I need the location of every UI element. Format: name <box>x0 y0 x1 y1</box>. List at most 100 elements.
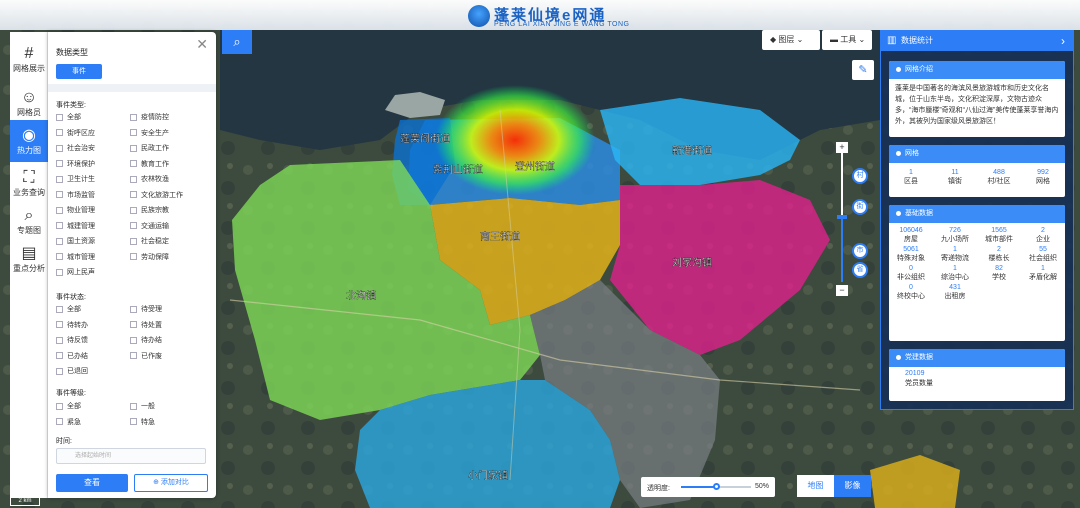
stat-value: 1 <box>1041 265 1045 272</box>
filter-checkbox[interactable]: 市场监管 <box>56 190 95 200</box>
add-compare-button[interactable]: ⊕ 添加对比 <box>134 474 208 492</box>
checkbox-box[interactable] <box>130 144 137 152</box>
filter-checkbox[interactable]: 民族宗教 <box>130 205 169 215</box>
checkbox-box[interactable] <box>56 352 63 359</box>
rail-item-key-analysis[interactable]: ▤ 重点分析 <box>10 238 48 280</box>
stat-label: 城市部件 <box>985 236 1013 243</box>
filter-checkbox[interactable]: 待转办 <box>56 320 88 330</box>
filter-checkbox[interactable]: 城建管理 <box>56 221 95 231</box>
checkbox-box[interactable] <box>56 367 63 375</box>
tools-dropdown[interactable]: ▬ 工具 ⌄ <box>822 30 872 50</box>
checkbox-box[interactable] <box>130 175 137 183</box>
filter-checkbox[interactable]: 民政工作 <box>130 143 169 153</box>
checkbox-box[interactable] <box>130 321 137 328</box>
checkbox-box[interactable] <box>130 418 137 425</box>
filter-checkbox[interactable]: 待处置 <box>130 320 162 330</box>
rail-item-grid-display[interactable]: # 网格展示 <box>10 38 48 80</box>
filter-checkbox[interactable]: 文化旅游工作 <box>130 190 183 200</box>
filter-checkbox[interactable]: 全部 <box>56 304 81 314</box>
filter-checkbox[interactable]: 社会治安 <box>56 143 95 153</box>
checkbox-box[interactable] <box>56 160 63 167</box>
rail-item-topic-map[interactable]: ⌕ 专题图 <box>10 200 48 242</box>
checkbox-box[interactable] <box>56 402 63 410</box>
filter-checkbox[interactable]: 特急 <box>130 417 155 427</box>
filter-checkbox[interactable]: 交通运输 <box>130 221 169 231</box>
checkbox-box[interactable] <box>56 206 63 214</box>
filter-checkbox[interactable]: 全部 <box>56 112 81 122</box>
checkbox-box[interactable] <box>56 321 63 328</box>
zoom-level-street[interactable]: 街 <box>852 199 868 215</box>
measure-tool-button[interactable]: ✎ <box>852 60 874 80</box>
filter-checkbox[interactable]: 紧急 <box>56 417 81 427</box>
checkbox-box[interactable] <box>56 253 63 260</box>
opacity-thumb[interactable] <box>713 483 720 490</box>
checkbox-box[interactable] <box>56 305 63 313</box>
chevron-right-icon[interactable]: › <box>1061 31 1065 51</box>
checkbox-box[interactable] <box>56 268 63 276</box>
filter-checkbox[interactable]: 社会稳定 <box>130 236 169 246</box>
search-button[interactable]: ⌕ <box>222 30 252 54</box>
checkbox-box[interactable] <box>130 237 137 245</box>
filter-checkbox[interactable]: 网上民声 <box>56 267 95 277</box>
rail-item-grid-staff[interactable]: ☺ 网格员 <box>10 82 48 124</box>
checkbox-box[interactable] <box>130 352 137 359</box>
filter-checkbox[interactable]: 环境保护 <box>56 159 95 169</box>
checkbox-box[interactable] <box>130 129 137 136</box>
stat-label: 房屋 <box>904 236 918 243</box>
checkbox-box[interactable] <box>56 237 63 245</box>
checkbox-box[interactable] <box>130 222 137 229</box>
checkbox-box[interactable] <box>130 206 137 214</box>
zoom-in-button[interactable]: + <box>836 142 848 153</box>
checkbox-label: 街呼区应 <box>67 129 95 137</box>
data-type-tag[interactable]: 事件 <box>56 64 102 79</box>
checkbox-box[interactable] <box>56 336 63 344</box>
checkbox-box[interactable] <box>130 336 137 344</box>
checkbox-box[interactable] <box>130 253 137 260</box>
zoom-thumb[interactable] <box>837 215 847 219</box>
filter-checkbox[interactable]: 疫情防控 <box>130 112 169 122</box>
filter-checkbox[interactable]: 农林牧渔 <box>130 174 169 184</box>
maptype-map-button[interactable]: 地图 <box>797 475 834 497</box>
checkbox-box[interactable] <box>56 418 63 425</box>
filter-checkbox[interactable]: 劳动保障 <box>130 252 169 262</box>
stat-label: 镇街 <box>948 178 962 185</box>
filter-checkbox[interactable]: 已退回 <box>56 366 88 376</box>
filter-checkbox[interactable]: 待受理 <box>130 304 162 314</box>
checkbox-box[interactable] <box>130 191 137 198</box>
filter-checkbox[interactable]: 卫生计生 <box>56 174 95 184</box>
checkbox-box[interactable] <box>130 402 137 410</box>
zoom-out-button[interactable]: − <box>836 285 848 296</box>
rail-item-business-query[interactable]: ⛶ 业务查询 <box>10 162 48 204</box>
filter-checkbox[interactable]: 安全生产 <box>130 128 169 138</box>
zoom-level-village[interactable]: 村 <box>852 168 868 184</box>
filter-checkbox[interactable]: 已作废 <box>130 351 162 361</box>
filter-checkbox[interactable]: 全部 <box>56 401 81 411</box>
layer-dropdown[interactable]: ◆ 图层 ⌄ <box>762 30 820 50</box>
filter-checkbox[interactable]: 一般 <box>130 401 155 411</box>
checkbox-box[interactable] <box>56 175 63 183</box>
filter-checkbox[interactable]: 城市管理 <box>56 252 95 262</box>
checkbox-box[interactable] <box>56 144 63 152</box>
view-button[interactable]: 查看 <box>56 474 128 492</box>
checkbox-box[interactable] <box>56 129 63 136</box>
zoom-level-province[interactable]: 省 <box>852 262 868 278</box>
filter-checkbox[interactable]: 待反馈 <box>56 335 88 345</box>
checkbox-box[interactable] <box>130 160 137 167</box>
checkbox-box[interactable] <box>130 305 137 313</box>
zoom-level-city[interactable]: 市 <box>852 243 868 259</box>
filter-checkbox[interactable]: 教育工作 <box>130 159 169 169</box>
close-icon[interactable]: ✕ <box>196 36 208 53</box>
stat-item: 992 网格 <box>1021 169 1065 188</box>
maptype-image-button[interactable]: 影像 <box>834 475 871 497</box>
checkbox-box[interactable] <box>56 191 63 198</box>
checkbox-box[interactable] <box>56 113 63 121</box>
filter-checkbox[interactable]: 物业管理 <box>56 205 95 215</box>
filter-checkbox[interactable]: 国土资源 <box>56 236 95 246</box>
filter-checkbox[interactable]: 街呼区应 <box>56 128 95 138</box>
rail-item-heatmap[interactable]: ◉ 热力图 <box>10 120 48 162</box>
filter-checkbox[interactable]: 待办结 <box>130 335 162 345</box>
checkbox-box[interactable] <box>130 113 137 121</box>
filter-checkbox[interactable]: 已办结 <box>56 351 88 361</box>
checkbox-box[interactable] <box>56 222 63 229</box>
start-time-input[interactable]: 选择起始时间 <box>56 448 206 464</box>
